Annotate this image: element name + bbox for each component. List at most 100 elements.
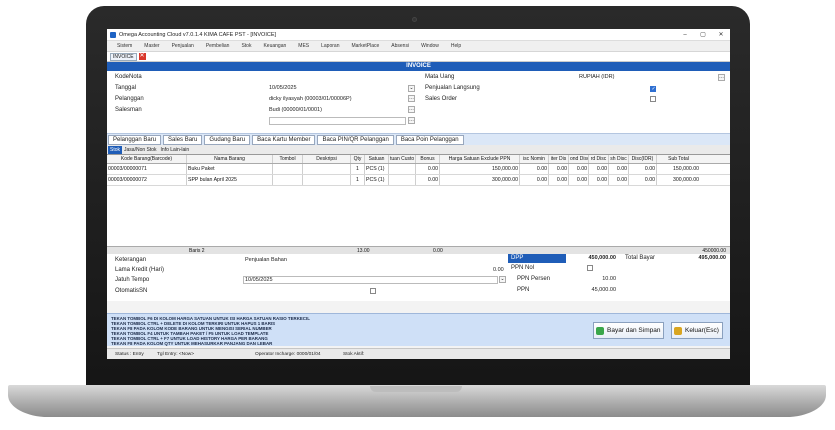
pelanggan-baru-button[interactable]: Pelanggan Baru [108,134,162,145]
menu-marketplace[interactable]: MarketPlace [351,43,379,49]
tab-info[interactable]: Info Lain-lain [159,146,192,154]
col-disc-3[interactable]: rd Disc [589,155,609,163]
col-tombol[interactable]: Tombol [273,155,303,163]
penjualan-langsung-checkbox[interactable] [650,86,656,92]
baca-poin-button[interactable]: Baca Poin Pelanggan [395,134,464,145]
mata-uang-label: Mata Uang [425,74,455,80]
extra-lookup-icon[interactable]: … [408,117,415,124]
tab-invoice[interactable]: INVOICE [110,52,137,61]
lama-kredit-field[interactable]: 0.00 [493,267,504,273]
col-satuan[interactable]: Satuan [365,155,389,163]
col-deskripsi[interactable]: Deskripsi [303,155,351,163]
cell-harga[interactable]: 300,000.00 [440,175,520,185]
cell-deskripsi[interactable] [303,175,351,185]
tanggal-dropdown-icon[interactable]: ⌄ [408,85,415,92]
salesman-lookup-icon[interactable]: … [408,106,415,113]
cell-disc-3[interactable]: 0.00 [589,164,609,174]
col-disc-2[interactable]: ond Disc [569,155,589,163]
cell-disc-4[interactable]: 0.00 [609,164,629,174]
tanggal-field[interactable]: 10/05/2025 [269,85,297,91]
jatuh-tempo-dropdown-icon[interactable]: ⌄ [499,276,506,283]
cell-bonus[interactable]: 0.00 [416,164,440,174]
col-disc-1[interactable]: iter Dis [549,155,569,163]
menu-sistem[interactable]: Sistem [117,43,132,49]
cell-tuan-custo[interactable] [389,175,416,185]
cell-subtotal[interactable]: 300,000.00 [657,175,700,185]
tab-stok[interactable]: Stok [108,146,123,154]
menu-window[interactable]: Window [421,43,439,49]
tab-close-icon[interactable]: ✕ [138,53,146,60]
baca-pin-qr-button[interactable]: Baca PIN/QR Pelanggan [317,134,394,145]
menu-pembelian[interactable]: Pembelian [206,43,230,49]
cell-disc-3[interactable]: 0.00 [589,175,609,185]
cell-tombol[interactable] [273,175,303,185]
mata-uang-lookup-icon[interactable]: … [718,74,725,81]
gudang-baru-button[interactable]: Gudang Baru [204,134,251,145]
cell-bonus[interactable]: 0.00 [416,175,440,185]
cell-kode[interactable]: 00003/00000072 [107,175,187,185]
cell-disc-1[interactable]: 0.00 [549,175,569,185]
cell-nama[interactable]: SPP bulan April 2025 [187,175,273,185]
cell-disc-nominal[interactable]: 0.00 [520,175,549,185]
cell-harga[interactable]: 150,000.00 [440,164,520,174]
sales-order-checkbox[interactable] [650,96,656,102]
minimize-button[interactable]: – [676,32,694,38]
salesman-field[interactable]: Budi (00000/01/0001) [269,107,322,113]
col-qty[interactable]: Qty [351,155,365,163]
col-disc-idr[interactable]: Disc(IDR) [629,155,657,163]
jatuh-tempo-box[interactable] [243,276,498,284]
menu-master[interactable]: Master [144,43,159,49]
laptop-notch [370,386,462,392]
cell-disc-nominal[interactable]: 0.00 [520,164,549,174]
menu-penjualan[interactable]: Penjualan [172,43,194,49]
cell-disc-1[interactable]: 0.00 [549,164,569,174]
ppn-persen-value[interactable]: 10.00 [566,276,616,282]
cell-disc-idr[interactable]: 0.00 [629,175,657,185]
menu-laporan[interactable]: Laporan [321,43,339,49]
cell-disc-2[interactable]: 0.00 [569,164,589,174]
cell-nama[interactable]: Buku Paket [187,164,273,174]
menu-absensi[interactable]: Absensi [391,43,409,49]
menu-mes[interactable]: MES [298,43,309,49]
pelanggan-field[interactable]: dicky ilyasyah (00003/01/00006P) [269,96,352,102]
extra-field[interactable] [269,117,406,125]
cell-satuan[interactable]: PCS (1) [365,175,389,185]
col-subtotal[interactable]: Sub Total [657,155,700,163]
keluar-button[interactable]: Keluar(Esc) [671,322,723,339]
col-harga[interactable]: Harga Satuan Exclude PPN [440,155,520,163]
cell-subtotal[interactable]: 150,000.00 [657,164,700,174]
col-bonus[interactable]: Bonus [416,155,440,163]
menu-keuangan[interactable]: Keuangan [263,43,286,49]
table-row[interactable]: 00003/00000072 SPP bulan April 2025 1 PC… [107,175,730,186]
cell-tuan-custo[interactable] [389,164,416,174]
cell-qty[interactable]: 1 [351,175,365,185]
ppn-nol-checkbox[interactable] [587,265,593,271]
keterangan-field[interactable]: Penjualan Bahan [245,257,287,263]
baca-kartu-member-button[interactable]: Baca Kartu Member [252,134,316,145]
table-row[interactable]: 00003/00000071 Buku Paket 1 PCS (1) 0.00… [107,164,730,175]
col-disc-nominal[interactable]: isc Nomin [520,155,549,163]
pelanggan-lookup-icon[interactable]: … [408,95,415,102]
cell-tombol[interactable] [273,164,303,174]
cell-deskripsi[interactable] [303,164,351,174]
col-disc-4[interactable]: sh Disc [609,155,629,163]
close-button[interactable]: ✕ [712,31,730,38]
col-kode[interactable]: Kode Barang(Barcode) [107,155,187,163]
cell-disc-2[interactable]: 0.00 [569,175,589,185]
cell-disc-4[interactable]: 0.00 [609,175,629,185]
cell-satuan[interactable]: PCS (1) [365,164,389,174]
menu-stok[interactable]: Stok [241,43,251,49]
bayar-simpan-button[interactable]: Bayar dan Simpan [593,322,665,339]
col-tuan-custo[interactable]: tuan Custo [389,155,416,163]
cell-disc-idr[interactable]: 0.00 [629,164,657,174]
mata-uang-field[interactable]: RUPIAH (IDR) [579,74,614,80]
cell-qty[interactable]: 1 [351,164,365,174]
cell-kode[interactable]: 00003/00000071 [107,164,187,174]
jatuh-tempo-field[interactable]: 10/05/2025 [245,277,273,283]
menu-help[interactable]: Help [451,43,461,49]
sales-baru-button[interactable]: Sales Baru [163,134,203,145]
col-nama[interactable]: Nama Barang [187,155,273,163]
tab-jasa[interactable]: Jasa/Non Stok [122,146,159,154]
maximize-button[interactable]: ▢ [694,31,712,38]
otomatis-sn-checkbox[interactable] [370,288,376,294]
